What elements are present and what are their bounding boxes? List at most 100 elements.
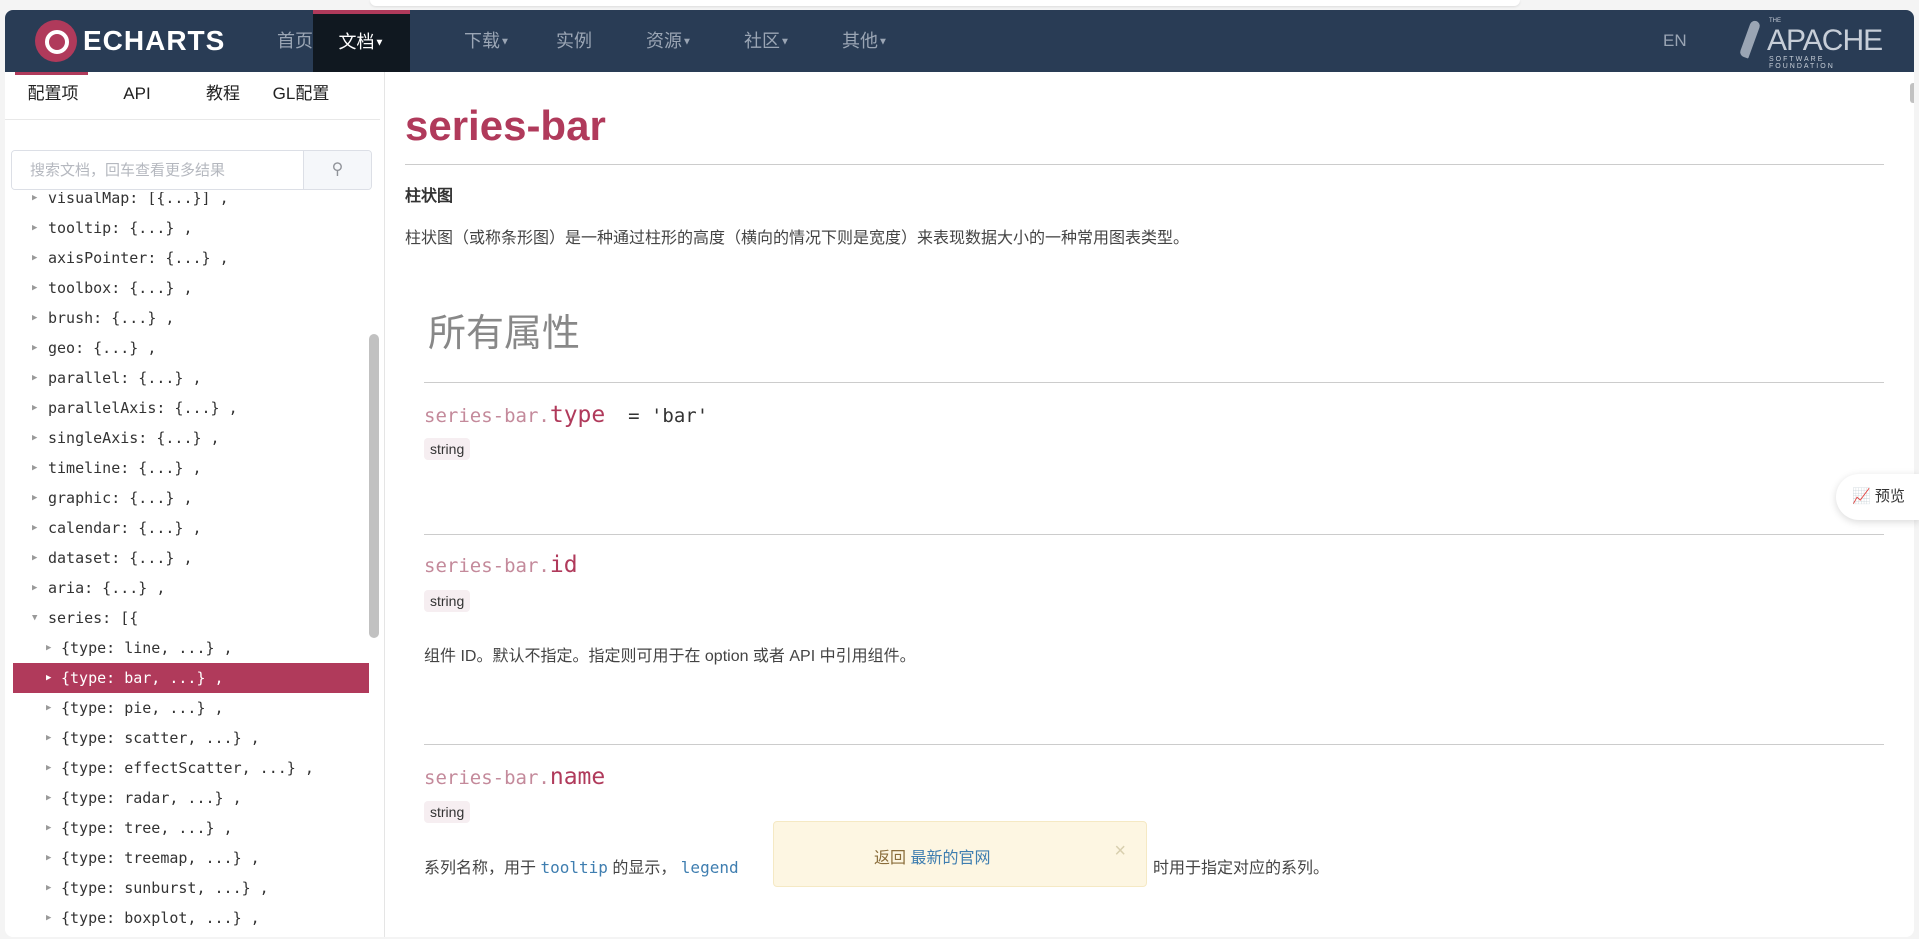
tree-item[interactable]: ▶ parallel: {...} , [13, 363, 369, 393]
tree-item[interactable]: ▶ tooltip: {...} , [13, 213, 369, 243]
caret-right-icon[interactable]: ▶ [32, 423, 37, 453]
tree-item[interactable]: ▶ {type: treemap, ...} , [13, 843, 369, 873]
prop-prefix: series-bar. [424, 767, 550, 789]
preview-button[interactable]: 📈 预览 [1836, 474, 1919, 520]
prop-id-heading[interactable]: series-bar.id [424, 552, 578, 578]
logo-text: ECHARTS [83, 25, 226, 56]
caret-right-icon[interactable]: ▶ [46, 723, 51, 753]
tree-item[interactable]: ▶ singleAxis: {...} , [13, 423, 369, 453]
nav-label: 实例 [556, 31, 592, 51]
nav-item[interactable]: 实例 [546, 10, 602, 72]
tab-gl-options[interactable]: GL配置 [273, 72, 330, 120]
search-input[interactable] [12, 151, 305, 189]
caret-right-icon[interactable]: ▶ [32, 543, 37, 573]
caret-right-icon[interactable]: ▶ [46, 693, 51, 723]
tree-item-label: series: [{ [48, 609, 139, 627]
caret-right-icon[interactable]: ▶ [46, 783, 51, 813]
caret-right-icon[interactable]: ▶ [46, 663, 51, 693]
search-button[interactable]: ⚲ [303, 151, 371, 189]
sidebar: 配置项 API 教程 GL配置 ⚲ ▶visualMap: [{...}] ,▶… [5, 72, 385, 937]
tab-api[interactable]: API [123, 72, 150, 120]
caret-right-icon[interactable]: ▶ [46, 903, 51, 933]
tree-item[interactable]: ▶ geo: {...} , [13, 333, 369, 363]
caret-right-icon[interactable]: ▶ [32, 303, 37, 333]
caret-right-icon[interactable]: ▶ [46, 843, 51, 873]
tree-item[interactable]: ▶ {type: tree, ...} , [13, 813, 369, 843]
tree-item[interactable]: ▶ calendar: {...} , [13, 513, 369, 543]
tree-item[interactable]: ▶ dataset: {...} , [13, 543, 369, 573]
tree-item[interactable]: ▶ axisPointer: {...} , [13, 243, 369, 273]
caret-down-icon: ▼ [780, 36, 790, 48]
tree-item[interactable]: ▶ {type: boxplot, ...} , [13, 903, 369, 933]
legend-link[interactable]: legend [681, 858, 739, 877]
tree-item[interactable]: ▶ {type: sunburst, ...} , [13, 873, 369, 903]
caret-right-icon[interactable]: ▶ [32, 333, 37, 363]
option-tree: ▶ visualMap: [{...}] , ▶ tooltip: {...} , ▶ a… [5, 192, 371, 937]
tree-item-label: timeline: {...} , [48, 459, 202, 477]
apache-feather-icon [1738, 19, 1762, 59]
apache-name: APACHE [1767, 24, 1883, 57]
all-properties-heading: 所有属性 [428, 313, 581, 355]
tree-item[interactable]: ▶ aria: {...} , [13, 573, 369, 603]
page-window: ECHARTS 首页 文档▼ 下载▼ 实例 资源▼ 社区▼ 其他▼ EN THE APACH… [5, 10, 1914, 937]
close-icon[interactable]: × [1114, 840, 1126, 863]
nav-item[interactable]: 文档▼ [313, 10, 410, 72]
desc-text: 系列名称，用于 [424, 860, 541, 877]
echarts-logo[interactable]: ECHARTS [35, 20, 225, 62]
tree-item[interactable]: ▶ toolbox: {...} , [13, 273, 369, 303]
tree-item[interactable]: ▶ {type: bar, ...} , [13, 663, 369, 693]
tree-item[interactable]: ▶ brush: {...} , [13, 303, 369, 333]
tree-item[interactable]: ▶ {type: pie, ...} , [13, 693, 369, 723]
caret-right-icon[interactable]: ▶ [32, 273, 37, 303]
caret-right-icon[interactable]: ▶ [32, 513, 37, 543]
caret-right-icon[interactable]: ▶ [46, 933, 51, 937]
tree-item-label: axisPointer: {...} , [48, 249, 229, 267]
language-switch[interactable]: EN [1663, 10, 1687, 72]
tree-item-label: aria: {...} , [48, 579, 166, 597]
caret-right-icon[interactable]: ▶ [32, 213, 37, 243]
caret-right-icon[interactable]: ▶ [32, 573, 37, 603]
caret-right-icon[interactable]: ▶ [32, 192, 37, 213]
caret-right-icon[interactable]: ▶ [46, 633, 51, 663]
divider [424, 382, 1884, 383]
nav-item[interactable]: 社区▼ [734, 10, 800, 72]
tab-tutorial[interactable]: 教程 [206, 72, 240, 120]
tree-item-label: {type: radar, ...} , [61, 789, 242, 807]
caret-right-icon[interactable]: ▶ [46, 873, 51, 903]
tree-item[interactable]: ▶ visualMap: [{...}] , [13, 192, 369, 213]
tree-item[interactable]: ▶ {type: line, ...} , [13, 633, 369, 663]
caret-down-icon: ▼ [500, 36, 510, 48]
tree-item[interactable]: ▶ {type: radar, ...} , [13, 783, 369, 813]
caret-right-icon[interactable]: ▶ [32, 243, 37, 273]
tree-item[interactable]: ▶ {type: scatter, ...} , [13, 723, 369, 753]
tree-item[interactable]: ▼ series: [{ [13, 603, 369, 633]
tree-item[interactable]: ▶ graphic: {...} , [13, 483, 369, 513]
nav-item[interactable]: 资源▼ [636, 10, 702, 72]
caret-down-icon[interactable]: ▼ [32, 603, 37, 633]
tree-item[interactable]: ▶ parallelAxis: {...} , [13, 393, 369, 423]
page-scrollbar[interactable] [1910, 83, 1914, 103]
tab-options[interactable]: 配置项 [28, 72, 79, 120]
divider [424, 534, 1884, 535]
caret-right-icon[interactable]: ▶ [32, 453, 37, 483]
sidebar-scrollbar[interactable] [369, 334, 379, 638]
caret-right-icon[interactable]: ▶ [32, 363, 37, 393]
caret-right-icon[interactable]: ▶ [32, 393, 37, 423]
latest-site-link[interactable]: 最新的官网 [910, 850, 990, 867]
caret-right-icon[interactable]: ▶ [46, 753, 51, 783]
tooltip-link[interactable]: tooltip [540, 858, 607, 877]
prop-type-heading[interactable]: series-bar.type = 'bar' [424, 402, 708, 428]
tree-item[interactable]: ▶ {type: candlestick, ...} , [13, 933, 369, 937]
prop-name-heading[interactable]: series-bar.name [424, 764, 605, 790]
tree-item-label: parallelAxis: {...} , [48, 399, 238, 417]
tree-item[interactable]: ▶ {type: effectScatter, ...} , [13, 753, 369, 783]
apache-logo[interactable]: THE APACHE SOFTWARE FOUNDATION [1738, 18, 1890, 70]
tree-item-label: {type: bar, ...} , [61, 669, 224, 687]
page-title: series-bar [405, 102, 606, 149]
nav-item[interactable]: 下载▼ [454, 10, 520, 72]
tree-item[interactable]: ▶ timeline: {...} , [13, 453, 369, 483]
caret-right-icon[interactable]: ▶ [46, 813, 51, 843]
caret-right-icon[interactable]: ▶ [32, 483, 37, 513]
tree-item-label: {type: candlestick, ...} , [61, 933, 296, 937]
nav-item[interactable]: 其他▼ [832, 10, 898, 72]
